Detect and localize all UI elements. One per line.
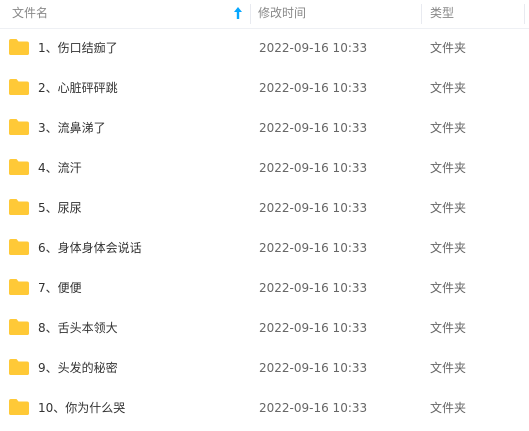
folder-icon	[9, 79, 29, 95]
modified-time: 2022-09-16 10:33	[259, 361, 368, 375]
list-item[interactable]: 7、便便 2022-09-16 10:33 文件夹	[0, 268, 529, 308]
folder-icon	[9, 399, 29, 415]
folder-icon	[9, 199, 29, 215]
file-type: 文件夹	[430, 161, 467, 175]
list-item[interactable]: 10、你为什么哭 2022-09-16 10:33 文件夹	[0, 388, 529, 428]
folder-icon	[9, 39, 29, 55]
file-name[interactable]: 6、身体身体会说话	[38, 228, 142, 268]
modified-time: 2022-09-16 10:33	[259, 401, 368, 415]
file-name[interactable]: 4、流汗	[38, 148, 82, 188]
file-rows: 1、伤口结痂了 2022-09-16 10:33 文件夹 2、心脏砰砰跳 2022-09…	[0, 28, 529, 428]
modified-time: 2022-09-16 10:33	[259, 41, 368, 55]
column-header-modified[interactable]: 修改时间	[258, 0, 408, 28]
folder-icon	[9, 119, 29, 135]
file-name[interactable]: 9、头发的秘密	[38, 348, 118, 388]
file-name[interactable]: 7、便便	[38, 268, 82, 308]
modified-time: 2022-09-16 10:33	[259, 81, 368, 95]
list-item[interactable]: 3、流鼻涕了 2022-09-16 10:33 文件夹	[0, 108, 529, 148]
folder-icon	[9, 279, 29, 295]
file-type: 文件夹	[430, 281, 467, 295]
file-type: 文件夹	[430, 201, 467, 215]
modified-time: 2022-09-16 10:33	[259, 121, 368, 135]
list-item[interactable]: 8、舌头本领大 2022-09-16 10:33 文件夹	[0, 308, 529, 348]
file-name[interactable]: 5、尿尿	[38, 188, 82, 228]
column-divider[interactable]	[250, 4, 251, 24]
file-type: 文件夹	[430, 361, 467, 375]
column-header-type[interactable]: 类型	[430, 0, 510, 28]
modified-time: 2022-09-16 10:33	[259, 321, 368, 335]
file-type: 文件夹	[430, 81, 467, 95]
file-type: 文件夹	[430, 321, 467, 335]
file-name[interactable]: 3、流鼻涕了	[38, 108, 106, 148]
folder-icon	[9, 359, 29, 375]
list-item[interactable]: 5、尿尿 2022-09-16 10:33 文件夹	[0, 188, 529, 228]
folder-icon	[9, 239, 29, 255]
file-type: 文件夹	[430, 121, 467, 135]
modified-time: 2022-09-16 10:33	[259, 281, 368, 295]
list-item[interactable]: 2、心脏砰砰跳 2022-09-16 10:33 文件夹	[0, 68, 529, 108]
file-type: 文件夹	[430, 401, 467, 415]
list-header: 文件名 修改时间 类型	[0, 0, 529, 29]
column-divider[interactable]	[421, 4, 422, 24]
column-divider[interactable]	[524, 4, 525, 24]
modified-time: 2022-09-16 10:33	[259, 201, 368, 215]
modified-time: 2022-09-16 10:33	[259, 161, 368, 175]
column-header-name[interactable]: 文件名	[12, 0, 242, 28]
file-name[interactable]: 2、心脏砰砰跳	[38, 68, 118, 108]
list-item[interactable]: 4、流汗 2022-09-16 10:33 文件夹	[0, 148, 529, 188]
list-item[interactable]: 9、头发的秘密 2022-09-16 10:33 文件夹	[0, 348, 529, 388]
file-name[interactable]: 10、你为什么哭	[38, 388, 125, 428]
modified-time: 2022-09-16 10:33	[259, 241, 368, 255]
file-list: 文件名 修改时间 类型 1、伤口结痂了 2022-09-16 10:33 文件夹 2、…	[0, 0, 529, 431]
folder-icon	[9, 159, 29, 175]
folder-icon	[9, 319, 29, 335]
file-name[interactable]: 1、伤口结痂了	[38, 28, 118, 68]
file-type: 文件夹	[430, 41, 467, 55]
list-item[interactable]: 6、身体身体会说话 2022-09-16 10:33 文件夹	[0, 228, 529, 268]
file-name[interactable]: 8、舌头本领大	[38, 308, 118, 348]
file-type: 文件夹	[430, 241, 467, 255]
sort-ascending-icon[interactable]	[234, 7, 242, 19]
list-item[interactable]: 1、伤口结痂了 2022-09-16 10:33 文件夹	[0, 28, 529, 68]
